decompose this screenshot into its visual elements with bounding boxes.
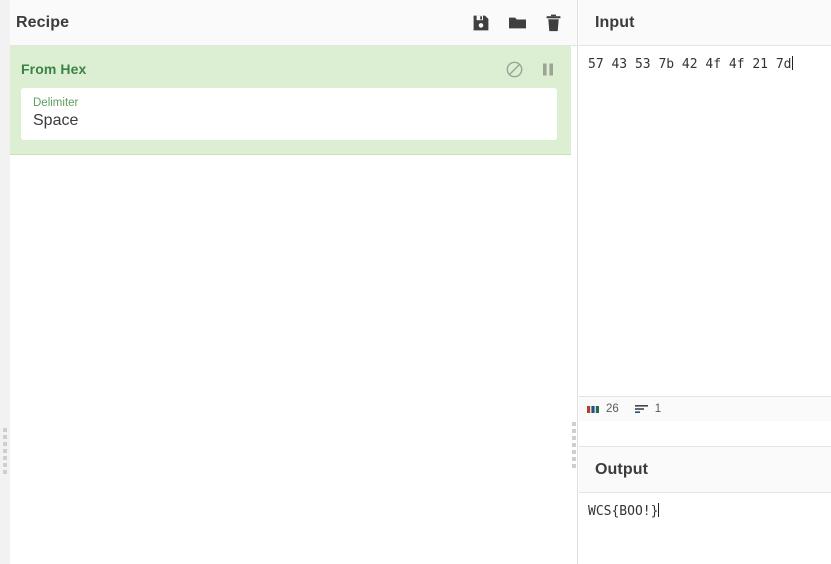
clear-recipe-button[interactable] — [543, 13, 563, 33]
output-textarea[interactable]: WCS{BOO!} — [579, 493, 831, 564]
input-length-status: 26 — [587, 403, 619, 415]
output-caret — [658, 503, 660, 517]
output-pane: Output WCS{BOO!} — [579, 447, 831, 564]
io-left-splitter[interactable] — [569, 0, 578, 564]
delimiter-value: Space — [33, 112, 79, 129]
input-title: Input — [595, 13, 635, 31]
input-lines-status: 1 — [634, 403, 662, 415]
splitter-grip — [3, 428, 7, 474]
input-caret — [791, 56, 793, 70]
input-status-bar: 26 1 — [579, 396, 831, 421]
recipe-left-splitter[interactable] — [0, 0, 10, 564]
input-lines-value: 1 — [654, 403, 662, 415]
cyberchef-app: Recipe From Hex Delimiter Space Input 57… — [0, 0, 831, 564]
operation-arguments: Delimiter Space — [7, 88, 571, 140]
breakpoint-pause-icon[interactable] — [539, 60, 557, 78]
delimiter-label: Delimiter — [33, 97, 79, 109]
lines-icon — [634, 404, 649, 414]
output-value: WCS{BOO!} — [588, 504, 659, 519]
input-pane: Input 57 43 53 7b 42 4f 4f 21 7d 26 1 — [579, 0, 831, 421]
output-title-bar: Output — [579, 447, 831, 493]
abc-icon — [587, 405, 600, 414]
input-textarea[interactable]: 57 43 53 7b 42 4f 4f 21 7d — [579, 46, 831, 395]
operation-title: From Hex — [21, 61, 87, 77]
recipe-title-bar: Recipe — [0, 0, 577, 46]
io-column: Input 57 43 53 7b 42 4f 4f 21 7d 26 1 Ou… — [571, 0, 831, 564]
operation-controls — [505, 60, 557, 78]
splitter-grip — [571, 422, 576, 468]
recipe-operation-list[interactable]: From Hex Delimiter Space — [0, 46, 577, 564]
operation-title-row: From Hex — [7, 46, 571, 88]
recipe-actions — [471, 13, 563, 33]
load-recipe-button[interactable] — [507, 13, 527, 33]
delimiter-select[interactable]: Delimiter Space — [21, 88, 557, 140]
disable-operation-icon[interactable] — [505, 60, 523, 78]
save-recipe-button[interactable] — [471, 13, 491, 33]
input-length-value: 26 — [606, 403, 619, 415]
input-title-bar: Input — [579, 0, 831, 46]
recipe-operation-from-hex[interactable]: From Hex Delimiter Space — [7, 46, 571, 155]
output-title: Output — [595, 460, 649, 478]
recipe-title: Recipe — [16, 13, 70, 31]
input-value: 57 43 53 7b 42 4f 4f 21 7d — [588, 57, 792, 72]
recipe-pane: Recipe From Hex Delimiter Space — [0, 0, 578, 564]
